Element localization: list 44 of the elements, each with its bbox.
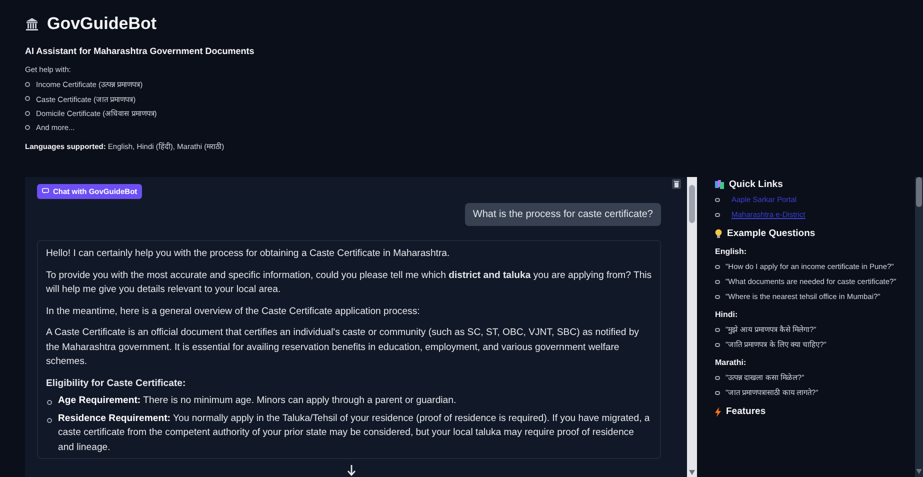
books-icon	[715, 180, 724, 189]
language-label: Hindi:	[715, 310, 739, 319]
chat-icon	[42, 188, 49, 194]
trash-icon[interactable]	[672, 179, 681, 189]
message-paragraph: In the meantime, here is a general overview of the Caste Certificate application process:	[46, 304, 421, 318]
section-title: Example Questions	[727, 228, 816, 239]
user-message: What is the process for caste certificate?	[464, 203, 661, 226]
bullet-icon	[715, 264, 720, 270]
scrollbar[interactable]	[687, 177, 697, 477]
bullet-icon	[25, 124, 30, 130]
bullet-icon	[715, 390, 720, 396]
bullet-icon	[25, 82, 30, 86]
scroll-down-icon[interactable]	[347, 465, 356, 476]
lightning-icon	[715, 406, 721, 416]
bullet-icon	[715, 342, 720, 348]
message-paragraph: Hello! I can certainly help you with the process for obtaining a Caste Certificate in Maharashtra.	[46, 247, 451, 261]
lightbulb-icon	[715, 228, 722, 238]
section-title: Features	[726, 406, 766, 417]
scroll-down-arrow-icon[interactable]	[689, 470, 695, 475]
scrollbar-thumb[interactable]	[916, 177, 922, 207]
message-paragraph: A Caste Certificate is an official document that certifies an individual's caste or community (such as SC, ST, OBC, VJNT, SBC) as notified by the Maharashtra government. It is essential for availing reservation benefits in education, employment, and various government welfare schemes.	[46, 326, 640, 369]
scroll-down-arrow-icon[interactable]	[916, 469, 922, 474]
bullet-icon	[715, 212, 720, 217]
message-heading: Eligibility for Caste Certificate:	[46, 376, 187, 390]
building-icon	[25, 17, 39, 31]
app-title: GovGuideBot	[47, 14, 157, 34]
section-title: Quick Links	[729, 179, 783, 190]
bullet-icon	[47, 418, 52, 422]
bullet-icon	[715, 294, 720, 300]
language-label: Marathi:	[715, 358, 748, 367]
scrollbar[interactable]	[915, 177, 923, 477]
bullet-icon	[715, 198, 720, 202]
bullet-icon	[715, 328, 720, 332]
scrollbar-thumb[interactable]	[689, 185, 695, 223]
bullet-icon	[25, 96, 30, 101]
message-paragraph: To provide you with the most accurate and specific information, could you please tell me which district and taluka you are applying from? This will help me give you details relevant to your local area.	[46, 268, 652, 297]
list-item: Age Requirement: There is no minimum age. Minors can apply through a parent or guardian.	[58, 394, 456, 408]
list-item: Residence Requirement: You normally apply in the Taluka/Tehsil of your residence (proof of residence is required). If you have migrated, a caste certificate from the competent authority of your prior state may be considered, but your local taluka may require proof of residence and lineage.	[58, 412, 651, 454]
subtitle: AI Assistant for Maharashtra Government Documents	[25, 46, 256, 56]
bullet-icon	[715, 280, 720, 284]
bullet-icon	[47, 400, 52, 405]
bullet-icon	[715, 376, 720, 380]
bullet-icon	[25, 110, 30, 116]
language-label: English:	[715, 247, 748, 256]
